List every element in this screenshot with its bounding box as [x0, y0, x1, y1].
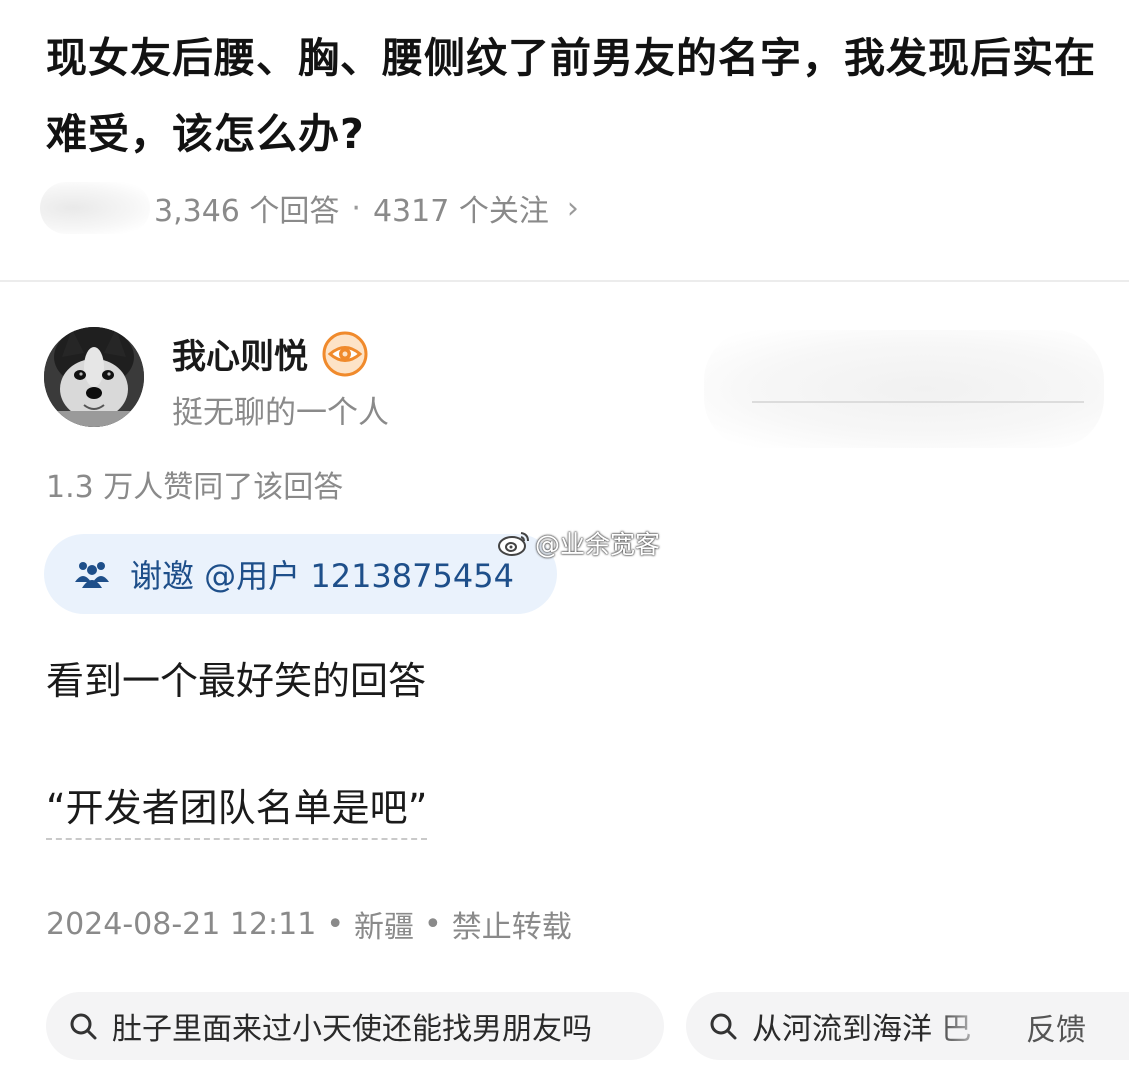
chevron-right-icon: › [566, 190, 579, 226]
author-name[interactable]: 我心则悦 [172, 329, 368, 378]
question-header: 现女友后腰、胸、腰侧纹了前男友的名字，我发现后实在难受，该怎么办? 3,346 … [0, 0, 1129, 280]
weibo-icon [498, 532, 529, 556]
followers-count: 4317 个关注 [372, 194, 549, 229]
search-icon [70, 1013, 97, 1040]
meta-separator: · [351, 190, 361, 226]
feedback-button[interactable]: 反馈 [1026, 1005, 1086, 1049]
answer-meta: 2024-08-21 12:11 • 新疆 • 禁止转载 [46, 902, 572, 946]
answer-date: 2024-08-21 12:11 [46, 906, 317, 942]
answer-author: 我心则悦 挺无聊的一个人 [44, 325, 1104, 448]
section-divider [0, 280, 1129, 282]
related-search-chip[interactable]: 肚子里面来过小天使还能找男朋友吗 [46, 992, 664, 1060]
question-title[interactable]: 现女友后腰、胸、腰侧纹了前男友的名字，我发现后实在难受，该怎么办? [46, 20, 1096, 172]
blur-line [752, 401, 1084, 403]
answer-paragraph: 看到一个最好笑的回答 [46, 659, 427, 703]
invite-text: 谢邀 @用户 1213875454 [130, 557, 514, 595]
watermark-text: @业余宽客 [535, 530, 661, 559]
follower-avatars-blurred [40, 182, 150, 234]
invite-banner[interactable]: 谢邀 @用户 1213875454 [44, 534, 557, 614]
meta-separator: • [424, 906, 442, 942]
answer-location: 新疆 [354, 910, 415, 945]
avatar[interactable] [44, 327, 144, 427]
answer-quote: “开发者团队名单是吧” [46, 777, 428, 840]
eye-badge-icon [322, 331, 368, 377]
author-bio: 挺无聊的一个人 [172, 395, 389, 431]
answers-count: 3,346 个回答 [154, 194, 340, 229]
group-icon [74, 558, 110, 590]
text-fade [932, 1004, 992, 1048]
search-icon [710, 1013, 737, 1040]
follow-button-blurred[interactable] [704, 330, 1104, 448]
related-search-text-wrap: 从河流到海洋 巴 [752, 1004, 992, 1048]
related-search-text: 肚子里面来过小天使还能找男朋友吗 [112, 1012, 592, 1047]
meta-separator: • [326, 906, 345, 942]
husky-avatar-icon [44, 327, 144, 427]
question-stats[interactable]: 3,346 个回答 · 4317 个关注 › [154, 186, 579, 230]
copyright-notice: 禁止转载 [451, 910, 572, 945]
question-meta[interactable]: 3,346 个回答 · 4317 个关注 › [40, 182, 579, 234]
author-name-text: 我心则悦 [172, 337, 308, 377]
vote-count: 1.3 万人赞同了该回答 [46, 470, 344, 505]
weibo-watermark: @业余宽客 [497, 525, 660, 561]
